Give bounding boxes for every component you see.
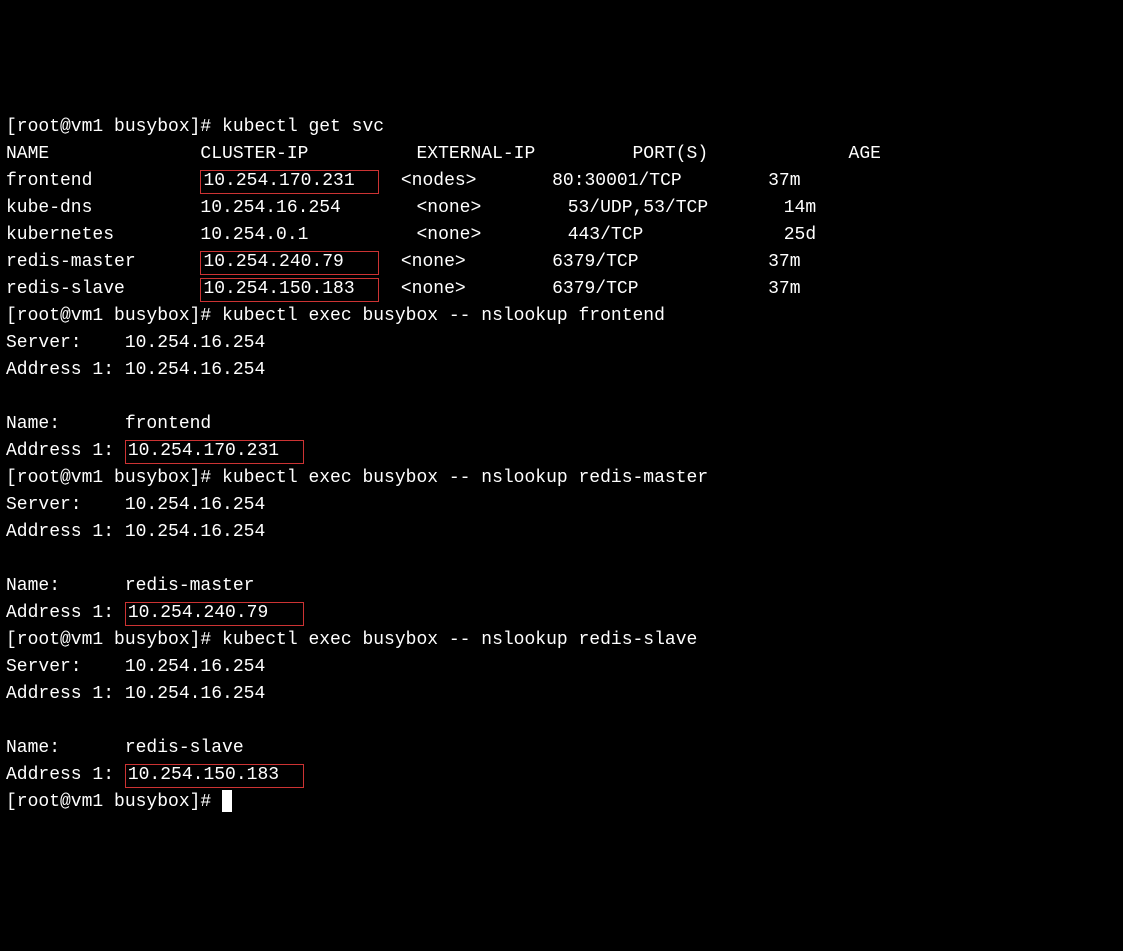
terminal-line: [root@vm1 busybox]# kubectl exec busybox… xyxy=(6,627,1117,654)
terminal-line: redis-master 10.254.240.79 <none> 6379/T… xyxy=(6,249,1117,276)
terminal-line: Address 1: 10.254.240.79 xyxy=(6,600,1117,627)
terminal-line: Address 1: 10.254.16.254 xyxy=(6,357,1117,384)
terminal-line: frontend 10.254.170.231 <nodes> 80:30001… xyxy=(6,168,1117,195)
terminal-line: redis-slave 10.254.150.183 <none> 6379/T… xyxy=(6,276,1117,303)
highlighted-ip: 10.254.150.183 xyxy=(200,278,379,302)
terminal-line: Server: 10.254.16.254 xyxy=(6,330,1117,357)
terminal-line: [root@vm1 busybox]# kubectl exec busybox… xyxy=(6,465,1117,492)
terminal-line: Name: redis-master xyxy=(6,573,1117,600)
terminal-line: [root@vm1 busybox]# xyxy=(6,789,1117,816)
terminal-line: Address 1: 10.254.16.254 xyxy=(6,519,1117,546)
terminal-line: [root@vm1 busybox]# kubectl get svc xyxy=(6,114,1117,141)
terminal-line: Name: frontend xyxy=(6,411,1117,438)
terminal-line: Name: redis-slave xyxy=(6,735,1117,762)
highlighted-ip: 10.254.240.79 xyxy=(200,251,379,275)
terminal-line: NAME CLUSTER-IP EXTERNAL-IP PORT(S) AGE xyxy=(6,141,1117,168)
terminal-line xyxy=(6,384,1117,411)
highlighted-ip: 10.254.170.231 xyxy=(125,440,304,464)
highlighted-ip: 10.254.240.79 xyxy=(125,602,304,626)
terminal-line: kube-dns 10.254.16.254 <none> 53/UDP,53/… xyxy=(6,195,1117,222)
highlighted-ip: 10.254.150.183 xyxy=(125,764,304,788)
highlighted-ip: 10.254.170.231 xyxy=(200,170,379,194)
terminal-line: Address 1: 10.254.170.231 xyxy=(6,438,1117,465)
terminal-line: Address 1: 10.254.16.254 xyxy=(6,681,1117,708)
terminal-line: kubernetes 10.254.0.1 <none> 443/TCP 25d xyxy=(6,222,1117,249)
terminal-line xyxy=(6,708,1117,735)
terminal-line: Address 1: 10.254.150.183 xyxy=(6,762,1117,789)
terminal-line: Server: 10.254.16.254 xyxy=(6,492,1117,519)
terminal-line: [root@vm1 busybox]# kubectl exec busybox… xyxy=(6,303,1117,330)
terminal-line: Server: 10.254.16.254 xyxy=(6,654,1117,681)
cursor xyxy=(222,790,232,812)
terminal-line xyxy=(6,546,1117,573)
